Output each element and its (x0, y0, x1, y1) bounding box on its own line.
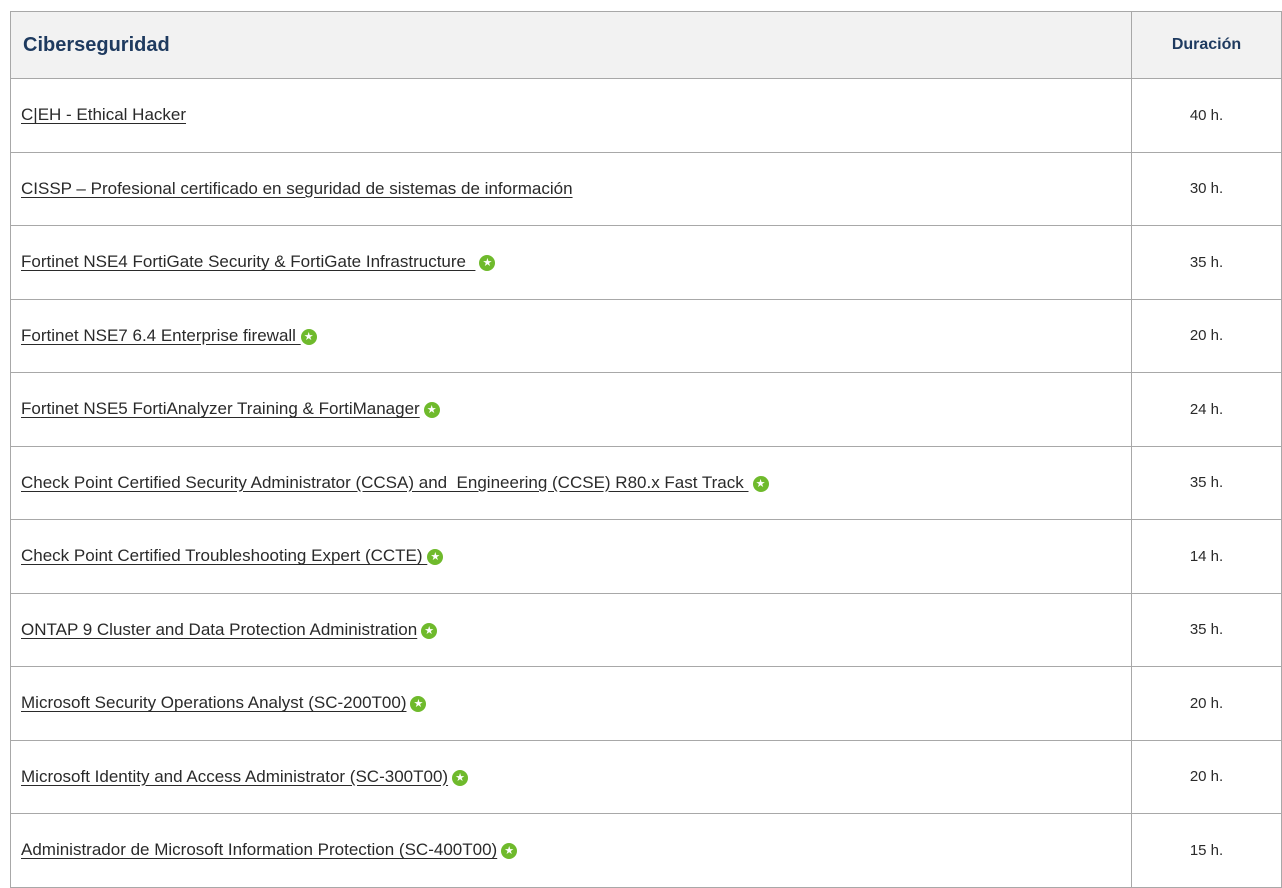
star-icon: ★ (427, 549, 444, 566)
course-cell: ONTAP 9 Cluster and Data Protection Admi… (10, 592, 1132, 667)
star-icon: ★ (479, 255, 496, 272)
category-title: Ciberseguridad (10, 11, 1132, 79)
duration-cell: 14 h. (1131, 519, 1282, 594)
table-row: Microsoft Identity and Access Administra… (10, 739, 1282, 814)
table-row: Fortinet NSE7 6.4 Enterprise firewall ★ … (10, 298, 1282, 373)
course-cell: C|EH - Ethical Hacker (10, 78, 1132, 153)
table-row: Check Point Certified Security Administr… (10, 445, 1282, 520)
star-icon: ★ (752, 475, 769, 492)
duration-cell: 30 h. (1131, 151, 1282, 226)
table-row: ONTAP 9 Cluster and Data Protection Admi… (10, 592, 1282, 667)
table-row: C|EH - Ethical Hacker 40 h. (10, 78, 1282, 153)
table-row: Fortinet NSE5 FortiAnalyzer Training & F… (10, 372, 1282, 447)
course-link[interactable]: Microsoft Security Operations Analyst (S… (21, 693, 406, 712)
course-link[interactable]: Check Point Certified Troubleshooting Ex… (21, 546, 427, 565)
duration-cell: 20 h. (1131, 666, 1282, 741)
star-icon: ★ (452, 769, 469, 786)
course-link[interactable]: Administrador de Microsoft Information P… (21, 840, 497, 859)
duration-cell: 40 h. (1131, 78, 1282, 153)
star-icon: ★ (421, 622, 438, 639)
table-row: CISSP – Profesional certificado en segur… (10, 151, 1282, 226)
course-link[interactable]: Fortinet NSE4 FortiGate Security & Forti… (21, 252, 475, 271)
course-link[interactable]: Fortinet NSE5 FortiAnalyzer Training & F… (21, 399, 420, 418)
duration-cell: 35 h. (1131, 225, 1282, 300)
table-row: Microsoft Security Operations Analyst (S… (10, 666, 1282, 741)
table-row: Fortinet NSE4 FortiGate Security & Forti… (10, 225, 1282, 300)
course-link[interactable]: C|EH - Ethical Hacker (21, 105, 186, 124)
course-cell: Check Point Certified Troubleshooting Ex… (10, 519, 1132, 594)
course-cell: Administrador de Microsoft Information P… (10, 813, 1132, 888)
star-icon: ★ (300, 328, 317, 345)
star-icon: ★ (423, 402, 440, 419)
star-icon: ★ (410, 696, 427, 713)
course-cell: Microsoft Identity and Access Administra… (10, 739, 1132, 814)
duration-cell: 20 h. (1131, 739, 1282, 814)
duration-cell: 20 h. (1131, 298, 1282, 373)
course-link[interactable]: ONTAP 9 Cluster and Data Protection Admi… (21, 620, 417, 639)
duration-column-header: Duración (1131, 11, 1282, 79)
course-cell: Fortinet NSE7 6.4 Enterprise firewall ★ (10, 298, 1132, 373)
course-cell: Check Point Certified Security Administr… (10, 445, 1132, 520)
course-link[interactable]: Microsoft Identity and Access Administra… (21, 767, 448, 786)
course-cell: Fortinet NSE4 FortiGate Security & Forti… (10, 225, 1132, 300)
course-cell: Microsoft Security Operations Analyst (S… (10, 666, 1132, 741)
course-link[interactable]: Check Point Certified Security Administr… (21, 473, 749, 492)
course-cell: Fortinet NSE5 FortiAnalyzer Training & F… (10, 372, 1132, 447)
course-cell: CISSP – Profesional certificado en segur… (10, 151, 1132, 226)
courses-table: Ciberseguridad Duración C|EH - Ethical H… (10, 11, 1282, 888)
star-icon: ★ (501, 843, 518, 860)
course-link[interactable]: CISSP – Profesional certificado en segur… (21, 179, 573, 198)
duration-cell: 24 h. (1131, 372, 1282, 447)
table-row: Check Point Certified Troubleshooting Ex… (10, 519, 1282, 594)
table-row: Administrador de Microsoft Information P… (10, 813, 1282, 888)
course-link[interactable]: Fortinet NSE7 6.4 Enterprise firewall (21, 326, 301, 345)
table-header-row: Ciberseguridad Duración (10, 11, 1282, 79)
duration-cell: 35 h. (1131, 445, 1282, 520)
duration-cell: 15 h. (1131, 813, 1282, 888)
duration-cell: 35 h. (1131, 592, 1282, 667)
